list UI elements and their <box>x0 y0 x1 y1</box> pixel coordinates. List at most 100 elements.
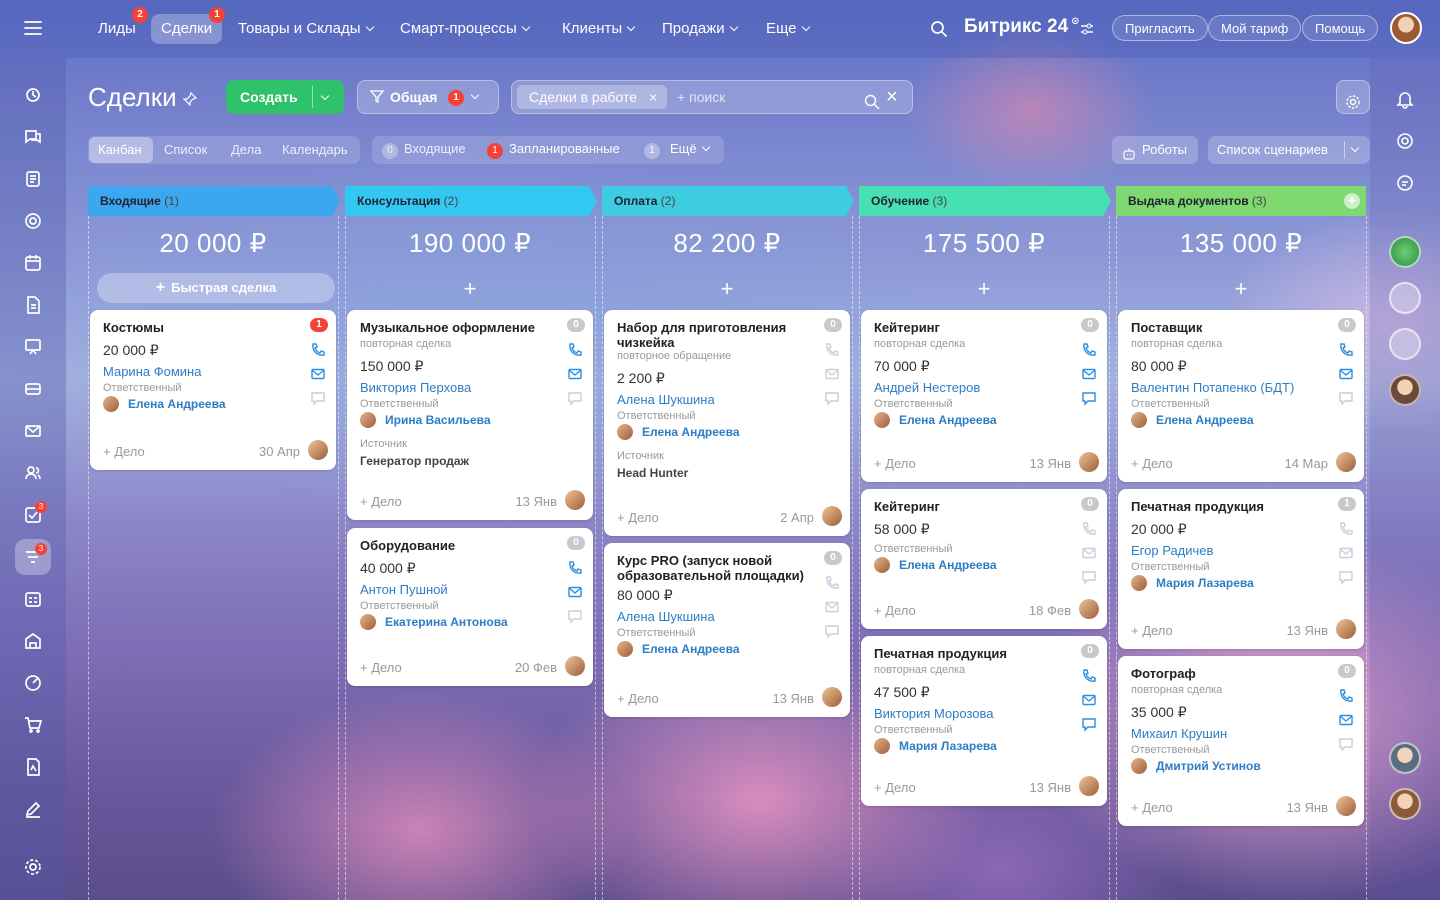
deal-card[interactable]: Печатная продукция повторная сделка 47 500… <box>861 636 1107 806</box>
presentation-icon[interactable] <box>18 332 48 362</box>
deal-card[interactable]: Кейтеринг повторная сделка 70 000 ₽ Андрей … <box>861 310 1107 482</box>
pipeline-selector[interactable]: Общая 1 <box>357 80 499 114</box>
counter-more[interactable]: 1 Ещё <box>644 141 710 159</box>
responsible-name[interactable]: Елена Андреева <box>1131 412 1254 428</box>
schedule-icon[interactable] <box>18 584 48 614</box>
chat-icon[interactable] <box>1338 390 1354 406</box>
client-name[interactable]: Егор Радичев <box>1131 543 1213 558</box>
client-name[interactable]: Алена Шукшина <box>617 392 715 407</box>
responsible-name[interactable]: Елена Андреева <box>874 557 997 573</box>
edit-icon[interactable] <box>18 794 48 824</box>
tab-activities[interactable]: Дела <box>221 137 271 163</box>
client-name[interactable]: Антон Пушной <box>360 582 448 597</box>
scenarios-button[interactable]: Список сценариев <box>1208 136 1370 164</box>
feed-icon[interactable] <box>18 164 48 194</box>
chat-avatar[interactable] <box>1389 788 1421 820</box>
stage-header-5[interactable]: Выдача документов (3) <box>1116 186 1366 216</box>
responsible-name[interactable]: Елена Андреева <box>617 641 740 657</box>
deal-title[interactable]: Оборудование <box>360 538 550 553</box>
deal-card[interactable]: Фотограф повторная сделка 35 000 ₽ Михаил К… <box>1118 656 1364 826</box>
responsible-name[interactable]: Елена Андреева <box>617 424 740 440</box>
client-name[interactable]: Алена Шукшина <box>617 609 715 624</box>
deal-title[interactable]: Печатная продукция <box>1131 499 1321 514</box>
deal-title[interactable]: Кейтеринг <box>874 499 1064 514</box>
clear-search-icon[interactable]: × <box>886 81 898 113</box>
phone-icon[interactable] <box>1338 521 1354 537</box>
mail-icon[interactable] <box>1338 712 1354 728</box>
chat-icon[interactable] <box>567 390 583 406</box>
add-activity-link[interactable]: + Дело <box>874 603 916 618</box>
close-chip-icon[interactable]: × <box>649 89 657 105</box>
mail-icon[interactable] <box>310 366 326 382</box>
chat-icon[interactable] <box>1338 736 1354 752</box>
responsible-name[interactable]: Мария Лазарева <box>1131 575 1254 591</box>
copilot-icon[interactable] <box>1390 126 1420 156</box>
chat-avatar[interactable] <box>1389 236 1421 268</box>
client-name[interactable]: Андрей Нестеров <box>874 380 980 395</box>
deal-title[interactable]: Поставщик <box>1131 320 1321 335</box>
add-activity-link[interactable]: + Дело <box>1131 623 1173 638</box>
help-button[interactable]: Помощь <box>1302 15 1379 41</box>
add-activity-link[interactable]: + Дело <box>874 780 916 795</box>
stage-header-4[interactable]: Обучение (3) <box>859 186 1111 216</box>
calendar-icon[interactable] <box>18 248 48 278</box>
phone-icon[interactable] <box>1338 342 1354 358</box>
client-name[interactable]: Виктория Морозова <box>874 706 994 721</box>
add-deal-plus-icon[interactable]: + <box>1117 278 1365 300</box>
add-activity-link[interactable]: + Дело <box>1131 800 1173 815</box>
responsible-name[interactable]: Мария Лазарева <box>874 738 997 754</box>
mail-icon[interactable] <box>18 416 48 446</box>
responsible-name[interactable]: Елена Андреева <box>103 396 226 412</box>
target-icon[interactable] <box>18 206 48 236</box>
deal-card[interactable]: Оборудование 40 000 ₽ Антон Пушной Ответств… <box>347 528 593 686</box>
document-icon[interactable] <box>18 290 48 320</box>
nav-more[interactable]: Еще <box>756 14 819 44</box>
pin-icon[interactable] <box>182 91 198 111</box>
mail-icon[interactable] <box>1081 366 1097 382</box>
deal-title[interactable]: Фотограф <box>1131 666 1321 681</box>
mail-icon[interactable] <box>824 366 840 382</box>
responsible-name[interactable]: Екатерина Антонова <box>360 614 508 630</box>
deal-title[interactable]: Музыкальное оформление <box>360 320 550 335</box>
add-deal-plus-icon[interactable]: + <box>346 278 594 300</box>
mail-icon[interactable] <box>1081 692 1097 708</box>
client-name[interactable]: Михаил Крушин <box>1131 726 1227 741</box>
deal-title[interactable]: Набор для приготовления чизкейка <box>617 320 807 350</box>
add-stage-button[interactable]: + <box>1344 193 1360 209</box>
mail-icon[interactable] <box>1338 545 1354 561</box>
mail-icon[interactable] <box>567 584 583 600</box>
chat-avatar[interactable] <box>1389 374 1421 406</box>
responsible-name[interactable]: Дмитрий Устинов <box>1131 758 1261 774</box>
nav-sales[interactable]: Продажи <box>652 14 747 44</box>
menu-icon[interactable] <box>24 20 42 36</box>
settings-sliders-icon[interactable] <box>1080 22 1094 41</box>
add-activity-link[interactable]: + Дело <box>617 691 659 706</box>
chevron-down-icon[interactable] <box>320 91 330 101</box>
phone-icon[interactable] <box>824 342 840 358</box>
add-activity-link[interactable]: + Дело <box>1131 456 1173 471</box>
deal-title[interactable]: Курс PRO (запуск новой образовательной п… <box>617 553 807 583</box>
chat-icon[interactable] <box>310 390 326 406</box>
mail-icon[interactable] <box>567 366 583 382</box>
add-activity-link[interactable]: + Дело <box>103 444 145 459</box>
deal-card[interactable]: Набор для приготовления чизкейка повторно… <box>604 310 850 536</box>
stage-header-3[interactable]: Оплата (2) <box>602 186 854 216</box>
filter-search-box[interactable]: Сделки в работе × + поиск × <box>511 80 913 114</box>
chat-icon[interactable] <box>1081 390 1097 406</box>
chat-icon[interactable] <box>1338 569 1354 585</box>
tab-kanban-label[interactable]: Канбан <box>88 137 152 163</box>
add-activity-link[interactable]: + Дело <box>360 660 402 675</box>
phone-icon[interactable] <box>1081 668 1097 684</box>
phone-icon[interactable] <box>1081 342 1097 358</box>
deal-card[interactable]: Курс PRO (запуск новой образовательной п… <box>604 543 850 717</box>
phone-icon[interactable] <box>310 342 326 358</box>
phone-icon[interactable] <box>567 560 583 576</box>
add-activity-link[interactable]: + Дело <box>360 494 402 509</box>
deal-card[interactable]: Кейтеринг 58 000 ₽ Ответственный Елена Андр… <box>861 489 1107 629</box>
client-name[interactable]: Валентин Потапенко (БДТ) <box>1131 380 1294 395</box>
mail-icon[interactable] <box>1081 545 1097 561</box>
bell-icon[interactable] <box>1390 84 1420 114</box>
phone-icon[interactable] <box>1081 521 1097 537</box>
invite-button[interactable]: Пригласить <box>1112 15 1208 41</box>
mail-icon[interactable] <box>1338 366 1354 382</box>
